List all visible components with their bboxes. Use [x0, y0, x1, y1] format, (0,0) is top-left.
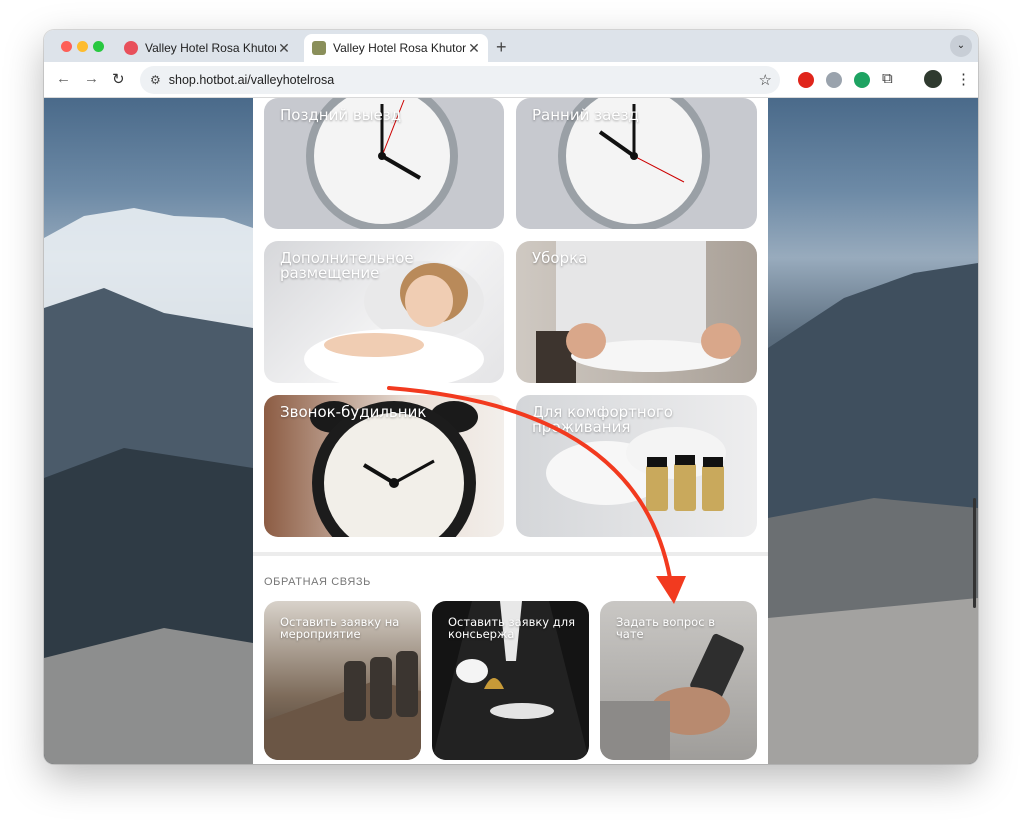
tab-bar: Valley Hotel Rosa Khutor | Ho ✕ Valley H… — [44, 30, 978, 62]
service-card-comfort[interactable]: Для комфортного проживания — [516, 395, 757, 537]
globe-icon[interactable] — [826, 72, 842, 88]
site-settings-icon[interactable]: ⚙ — [150, 73, 161, 87]
service-card-cleaning[interactable]: Уборка — [516, 241, 757, 383]
feedback-title: Задать вопрос в чате — [616, 615, 715, 641]
page-viewport: Поздний выезд Ранний заезд Дополнительно… — [44, 98, 978, 764]
feedback-card-event-request[interactable]: Оставить заявку на мероприятие — [264, 601, 421, 760]
forward-button[interactable]: → — [84, 70, 99, 87]
feedback-card-chat-question[interactable]: Задать вопрос в чате — [600, 601, 757, 760]
service-card-wake-up-call[interactable]: Звонок-будильник — [264, 395, 504, 537]
service-card-extra-bed[interactable]: Дополнительное размещение — [264, 241, 504, 383]
service-title: Дополнительное размещение — [280, 249, 414, 282]
tab-valley-hotel-2[interactable]: Valley Hotel Rosa Khutor ✕ — [304, 34, 488, 62]
new-tab-button[interactable]: + — [496, 37, 507, 58]
service-card-early-checkin[interactable]: Ранний заезд — [516, 98, 757, 229]
tab-valley-hotel-1[interactable]: Valley Hotel Rosa Khutor | Ho ✕ — [116, 34, 298, 62]
tab-title: Valley Hotel Rosa Khutor — [333, 41, 466, 55]
service-title: Поздний выезд — [280, 106, 402, 124]
feedback-section-label: ОБРАТНАЯ СВЯЗЬ — [264, 576, 371, 588]
browser-menu-icon[interactable]: ⋮ — [956, 70, 971, 88]
reload-button[interactable]: ↻ — [112, 70, 125, 88]
feedback-title: Оставить заявку для консьержа — [448, 615, 575, 641]
browser-toolbar: ← → ↻ ⚙ shop.hotbot.ai/valleyhotelrosa ☆… — [44, 62, 978, 98]
service-title: Ранний заезд — [532, 106, 639, 124]
profile-avatar[interactable] — [924, 70, 942, 88]
url-text[interactable]: shop.hotbot.ai/valleyhotelrosa — [169, 73, 759, 87]
puzzle-icon[interactable]: ⧉ — [882, 70, 898, 87]
services-panel: Поздний выезд Ранний заезд Дополнительно… — [253, 98, 768, 764]
close-tab-icon[interactable]: ✕ — [466, 40, 482, 57]
tab-title: Valley Hotel Rosa Khutor | Ho — [145, 41, 276, 55]
service-title: Для комфортного проживания — [532, 403, 673, 436]
scrollbar-thumb[interactable] — [973, 498, 976, 608]
browser-window: Valley Hotel Rosa Khutor | Ho ✕ Valley H… — [44, 30, 978, 764]
address-bar[interactable]: ⚙ shop.hotbot.ai/valleyhotelrosa ☆ — [140, 66, 780, 94]
feedback-title: Оставить заявку на мероприятие — [280, 615, 400, 641]
quote-icon[interactable] — [854, 72, 870, 88]
section-divider — [253, 552, 768, 556]
service-title: Уборка — [532, 249, 588, 267]
back-button[interactable]: ← — [56, 70, 71, 87]
service-title: Звонок-будильник — [280, 403, 427, 421]
minimize-window-button[interactable] — [77, 41, 88, 52]
tab-search-button[interactable]: ⌄ — [950, 35, 972, 57]
hotel-logo-favicon-icon — [312, 41, 326, 55]
opera-icon[interactable] — [798, 72, 814, 88]
close-tab-icon[interactable]: ✕ — [276, 40, 292, 57]
feedback-card-concierge-request[interactable]: Оставить заявку для консьержа — [432, 601, 589, 760]
fullscreen-window-button[interactable] — [93, 41, 104, 52]
hotel-favicon-icon — [124, 41, 138, 55]
close-window-button[interactable] — [61, 41, 72, 52]
bookmark-star-icon[interactable]: ☆ — [759, 71, 772, 89]
service-card-late-checkout[interactable]: Поздний выезд — [264, 98, 504, 229]
